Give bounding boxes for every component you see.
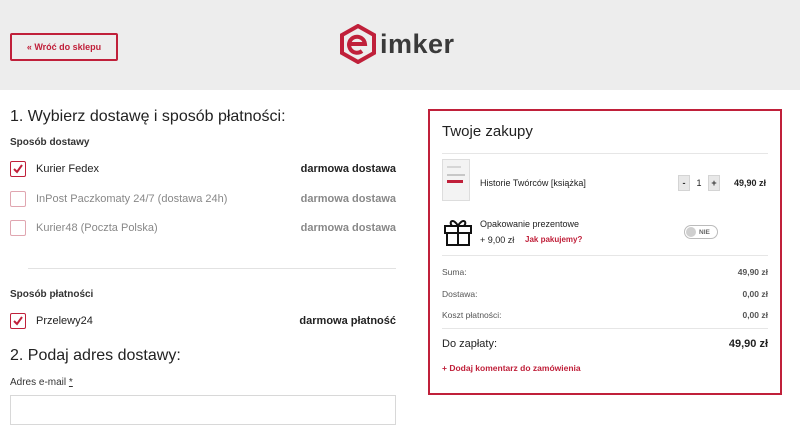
logo[interactable]: imker	[338, 24, 455, 64]
payment-option-przelewy24[interactable]: Przelewy24 darmowa płatność	[10, 312, 396, 330]
delivery-option-price: darmowa dostawa	[300, 222, 396, 234]
email-label: Adres e-mail *	[10, 377, 73, 388]
gift-wrap-price: + 9,00 zł	[480, 235, 515, 245]
cart-title: Twoje zakupy	[442, 123, 533, 140]
increase-quantity-button[interactable]: +	[708, 175, 720, 191]
delivery-option-inpost[interactable]: InPost Paczkomaty 24/7 (dostawa 24h) dar…	[10, 190, 396, 208]
decrease-quantity-button[interactable]: -	[678, 175, 690, 191]
checkmark-icon	[13, 316, 23, 326]
quantity-stepper: - 1 +	[678, 175, 720, 191]
gift-wrap-title: Opakowanie prezentowe	[480, 219, 580, 229]
total-label: Do zapłaty:	[442, 338, 498, 350]
toggle-label: NIE	[699, 228, 710, 236]
summary-value: 0,00 zł	[742, 310, 768, 320]
checkbox-unchecked[interactable]	[10, 191, 26, 207]
divider	[442, 328, 768, 329]
delivery-option-price: darmowa dostawa	[300, 163, 396, 175]
summary-value: 49,90 zł	[737, 267, 768, 277]
logo-e-hexagon-icon	[340, 24, 376, 64]
summary-row-subtotal: Suma: 49,90 zł	[442, 267, 768, 277]
delivery-option-price: darmowa dostawa	[300, 193, 396, 205]
summary-row-payment-cost: Koszt płatności: 0,00 zł	[442, 310, 768, 320]
shipping-section-title: 1. Wybierz dostawę i sposób płatności:	[10, 108, 286, 125]
summary-label: Suma:	[442, 267, 467, 277]
summary-label: Dostawa:	[442, 289, 478, 299]
gift-wrap-toggle[interactable]: NIE	[684, 225, 718, 239]
summary-label: Koszt płatności:	[442, 310, 502, 320]
how-we-pack-link[interactable]: Jak pakujemy?	[525, 235, 582, 244]
delivery-option-label: Kurier48 (Poczta Polska)	[36, 222, 158, 234]
checkbox-unchecked[interactable]	[10, 220, 26, 236]
required-mark: *	[68, 377, 73, 388]
summary-row-delivery: Dostawa: 0,00 zł	[442, 289, 768, 299]
checkbox-checked[interactable]	[10, 161, 26, 177]
address-section-title: 2. Podaj adres dostawy:	[10, 347, 181, 364]
product-name: Historie Twórców [książka]	[480, 178, 586, 188]
section-divider	[28, 268, 396, 269]
delivery-option-fedex[interactable]: Kurier Fedex darmowa dostawa	[10, 160, 396, 178]
checkmark-icon	[13, 164, 23, 174]
payment-heading: Sposób płatności	[10, 289, 94, 300]
summary-value: 0,00 zł	[742, 289, 768, 299]
divider	[442, 255, 768, 256]
logo-text: imker	[380, 28, 455, 59]
delivery-option-label: Kurier Fedex	[36, 163, 99, 175]
email-field[interactable]	[10, 395, 396, 425]
total-value: 49,90 zł	[728, 338, 768, 350]
add-order-comment-link[interactable]: + Dodaj komentarz do zamówienia	[442, 363, 581, 373]
back-to-shop-button[interactable]: « Wróć do sklepu	[10, 33, 118, 61]
payment-option-label: Przelewy24	[36, 315, 93, 327]
toggle-knob	[686, 227, 696, 237]
delivery-option-kurier48[interactable]: Kurier48 (Poczta Polska) darmowa dostawa	[10, 219, 396, 237]
header-bar: « Wróć do sklepu imker	[0, 0, 800, 90]
cart-panel: Twoje zakupy Historie Twórców [książka] …	[428, 109, 782, 395]
quantity-value[interactable]: 1	[690, 178, 708, 188]
book-cover-image	[442, 159, 470, 201]
delivery-heading: Sposób dostawy	[10, 137, 90, 148]
email-label-text: Adres e-mail	[10, 377, 67, 388]
payment-option-price: darmowa płatność	[299, 315, 396, 327]
divider	[442, 153, 768, 154]
total-row: Do zapłaty: 49,90 zł	[442, 338, 768, 350]
gift-box-icon	[444, 220, 472, 246]
product-price: 49,90 zł	[733, 178, 766, 188]
checkbox-checked[interactable]	[10, 313, 26, 329]
delivery-option-label: InPost Paczkomaty 24/7 (dostawa 24h)	[36, 193, 228, 205]
